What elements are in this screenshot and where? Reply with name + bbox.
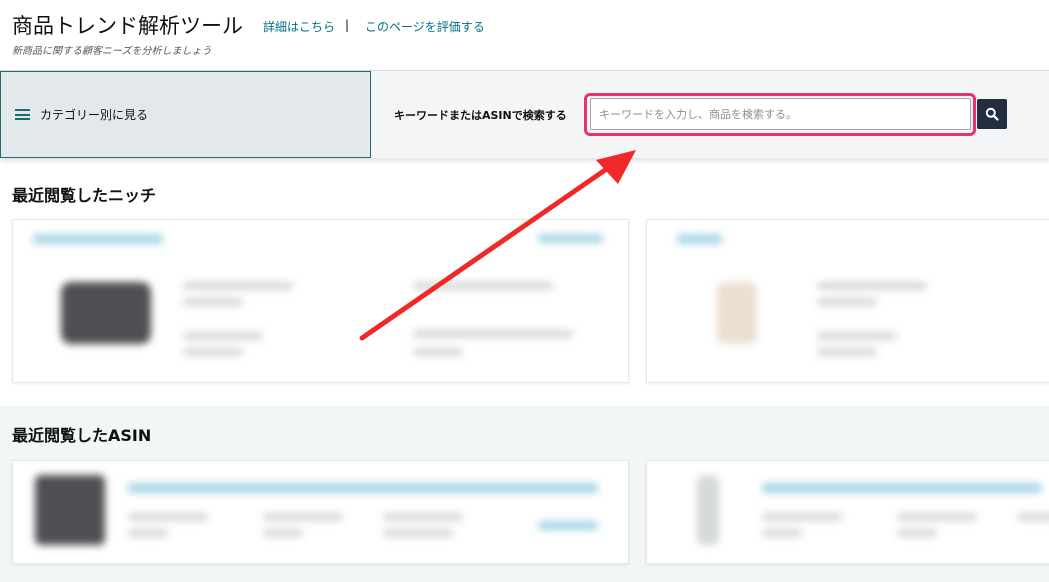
recent-asin-title: 最近閲覧したASIN <box>12 426 152 445</box>
magnifier-icon <box>985 107 999 121</box>
search-button[interactable] <box>977 99 1007 129</box>
page-title: 商品トレンド解析ツール <box>12 14 243 38</box>
category-label: カテゴリー別に見る <box>40 108 149 122</box>
keyword-search-label: キーワードまたはASINで検索する <box>394 109 567 122</box>
recent-niches-title: 最近閲覧したニッチ <box>12 186 157 205</box>
page-header: 商品トレンド解析ツール 詳細はこちら | このページを評価する 新商品に関する顧… <box>0 0 1049 70</box>
page-subtitle: 新商品に関する顧客ニーズを分析しましょう <box>12 46 212 57</box>
search-input[interactable] <box>590 98 971 130</box>
rate-page-link[interactable]: このページを評価する <box>365 18 485 35</box>
search-bar: カテゴリー別に見る キーワードまたはASINで検索する <box>0 70 1049 158</box>
header-separator: | <box>345 18 350 32</box>
hamburger-menu-icon <box>15 109 30 120</box>
niche-card[interactable] <box>646 219 1049 383</box>
asin-card[interactable] <box>646 460 1049 564</box>
niche-card[interactable] <box>12 219 629 383</box>
details-link[interactable]: 詳細はこちら <box>263 18 335 35</box>
browse-by-category-button[interactable]: カテゴリー別に見る <box>0 71 371 158</box>
asin-card[interactable] <box>12 460 629 564</box>
